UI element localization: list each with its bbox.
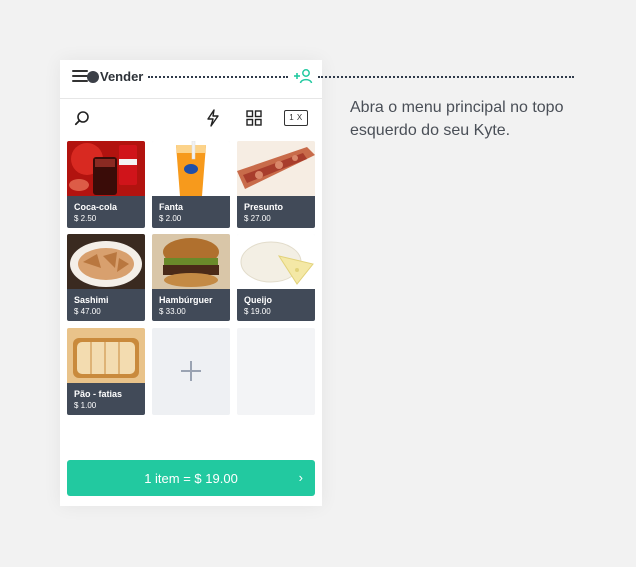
queijo-photo xyxy=(237,234,315,289)
product-tile-hamburguer[interactable]: Hambúrguer $ 33.00 xyxy=(152,234,230,321)
product-info: Queijo $ 19.00 xyxy=(237,289,315,321)
coca-cola-photo xyxy=(67,141,145,196)
menu-highlight-dot[interactable] xyxy=(87,71,99,83)
hamburguer-photo xyxy=(152,234,230,289)
product-tile-pao-fatias[interactable]: Pão - fatias $ 1.00 xyxy=(67,328,145,415)
product-tile-presunto[interactable]: Presunto $ 27.00 xyxy=(237,141,315,228)
product-price: $ 2.50 xyxy=(74,214,97,223)
product-info: Coca-cola $ 2.50 xyxy=(67,196,145,228)
product-info: Hambúrguer $ 33.00 xyxy=(152,289,230,321)
product-price: $ 19.00 xyxy=(244,307,271,316)
product-price: $ 1.00 xyxy=(74,401,97,410)
product-price: $ 33.00 xyxy=(159,307,186,316)
product-price: $ 27.00 xyxy=(244,214,271,223)
product-name: Sashimi xyxy=(74,295,109,305)
pao-fatias-photo xyxy=(67,328,145,383)
product-name: Hambúrguer xyxy=(159,295,213,305)
product-info: Fanta $ 2.00 xyxy=(152,196,230,228)
product-info: Presunto $ 27.00 xyxy=(237,196,315,228)
onboarding-hint: Abra o menu principal no topo esquerdo d… xyxy=(350,99,564,139)
guide-dotted-line xyxy=(148,76,288,78)
chevron-right-icon: › xyxy=(298,470,303,485)
product-name: Presunto xyxy=(244,202,284,212)
plus-icon xyxy=(181,361,201,381)
product-info: Pão - fatias $ 1.00 xyxy=(67,383,145,415)
grid-icon[interactable] xyxy=(246,110,262,126)
checkout-label: 1 item = $ 19.00 xyxy=(144,471,238,486)
add-user-icon[interactable] xyxy=(293,68,313,84)
product-name: Pão - fatias xyxy=(74,389,123,399)
product-price: $ 2.00 xyxy=(159,214,182,223)
fanta-photo xyxy=(152,141,230,196)
sashimi-photo xyxy=(67,234,145,289)
toolbar: 1 X xyxy=(60,98,322,138)
product-name: Queijo xyxy=(244,295,273,305)
page-title: Vender xyxy=(100,69,144,84)
menu-icon[interactable] xyxy=(72,70,88,84)
product-tile-coca-cola[interactable]: Coca-cola $ 2.50 xyxy=(67,141,145,228)
product-price: $ 47.00 xyxy=(74,307,101,316)
product-name: Coca-cola xyxy=(74,202,118,212)
top-bar: Vender xyxy=(60,60,322,99)
product-tile-sashimi[interactable]: Sashimi $ 47.00 xyxy=(67,234,145,321)
product-info: Sashimi $ 47.00 xyxy=(67,289,145,321)
search-icon[interactable] xyxy=(74,110,90,126)
add-product-tile[interactable] xyxy=(152,328,230,415)
quantity-multiplier-button[interactable]: 1 X xyxy=(284,110,308,126)
product-tile-queijo[interactable]: Queijo $ 19.00 xyxy=(237,234,315,321)
presunto-photo xyxy=(237,141,315,196)
product-tile-fanta[interactable]: Fanta $ 2.00 xyxy=(152,141,230,228)
guide-dotted-line xyxy=(318,76,574,78)
bolt-icon[interactable] xyxy=(206,109,220,127)
empty-tile xyxy=(237,328,315,415)
checkout-button[interactable]: 1 item = $ 19.00 › xyxy=(67,460,315,496)
phone-screen: Vender 1 X Coca-cola $ 2.50 Fanta $ 2.00… xyxy=(60,60,322,506)
product-name: Fanta xyxy=(159,202,184,212)
